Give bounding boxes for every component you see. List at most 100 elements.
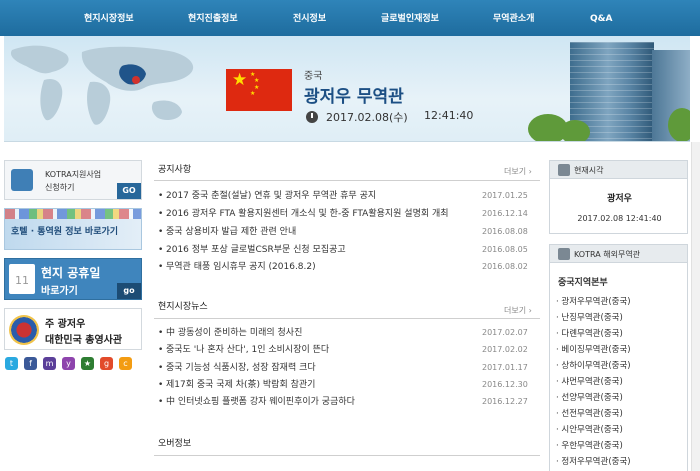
go-button[interactable]: GO	[117, 183, 141, 199]
hotel-interpreter-label: 호텔 · 통역원 정보 바로가기	[11, 227, 119, 237]
tree-graphic	[560, 120, 590, 141]
country-label: 중국	[304, 71, 323, 82]
office-link[interactable]: · 광저우무역관(중국)	[556, 295, 631, 307]
consulate-subtitle: 대한민국 총영사관	[45, 335, 123, 346]
delicious-icon[interactable]: ★	[81, 357, 94, 370]
world-map-graphic	[10, 45, 194, 125]
kotra-support-title: KOTRA지원사업	[45, 170, 102, 179]
kotra-support-apply-banner[interactable]: KOTRA지원사업 신청하기 GO	[4, 160, 142, 200]
notice-post-title[interactable]: 2016 정부 포상 글로벌CSR부문 신청 모집공고	[166, 242, 484, 258]
market-news-post-date: 2017.02.02	[482, 345, 528, 354]
scrollbar[interactable]	[691, 142, 700, 471]
yozm-icon[interactable]: y	[62, 357, 75, 370]
office-link[interactable]: · 정저우무역관(중국)	[556, 455, 631, 467]
kotra-offices-title: KOTRA 해외무역관	[574, 250, 641, 259]
c-log-icon[interactable]: c	[119, 357, 132, 370]
notice-post-title[interactable]: 무역관 태풍 임시휴무 공지 (2016.8.2)	[166, 259, 484, 275]
notice-post[interactable]: • 무역관 태풍 임시휴무 공지 (2016.8.2) 2016.08.02	[158, 259, 538, 275]
bullet-icon: •	[158, 191, 164, 201]
office-title: 광저우 무역관	[304, 87, 404, 107]
market-news-post-title[interactable]: 중국 기능성 식품시장, 성장 잠재력 크다	[166, 360, 484, 376]
nav-qna[interactable]: Q&A	[590, 0, 612, 36]
office-banner: ★ ★ ★ ★ ★ 중국 광저우 무역관 2017.02.08(수) 12:41…	[4, 36, 690, 142]
bullet-icon: •	[158, 363, 164, 373]
bullet-icon: •	[158, 380, 164, 390]
kotra-offices-box: KOTRA 해외무역관 중국지역본부 · 광저우무역관(중국) · 난징무역관(…	[549, 244, 688, 471]
market-news-post[interactable]: • 제17회 중국 국제 차(茶) 박람회 참관기 2016.12.30	[158, 377, 538, 393]
office-link[interactable]: · 시안무역관(중국)	[556, 423, 623, 435]
banner-time: 12:41:40	[424, 109, 474, 122]
market-news-post-title[interactable]: 제17회 중국 국제 차(茶) 박람회 참관기	[166, 377, 484, 393]
market-news-post[interactable]: • 중국 기능성 식품시장, 성장 잠재력 크다 2017.01.17	[158, 360, 538, 376]
office-link[interactable]: · 샤먼무역관(중국)	[556, 375, 623, 387]
notice-more-link[interactable]: 더보기 ›	[504, 166, 532, 177]
office-link[interactable]: · 베이징무역관(중국)	[556, 343, 631, 355]
me2day-icon[interactable]: m	[43, 357, 56, 370]
bullet-icon: •	[158, 245, 164, 255]
hotel-interpreter-banner[interactable]: 호텔 · 통역원 정보 바로가기	[4, 208, 142, 250]
page: 현지시장정보 현지진출정보 전시정보 글로벌인재정보 무역관소개 Q&A ★ ★…	[0, 0, 700, 471]
bullet-icon: •	[158, 328, 164, 338]
notice-post-date: 2016.08.05	[482, 245, 528, 254]
nav-office-intro[interactable]: 무역관소개	[493, 0, 534, 36]
notice-post-date: 2016.08.02	[482, 262, 528, 271]
banner-date: 2017.02.08(수)	[326, 111, 408, 124]
twitter-icon[interactable]: t	[5, 357, 18, 370]
local-holiday-banner[interactable]: 현지 공휴일 바로가기 go	[4, 258, 142, 300]
market-news-more-link[interactable]: 더보기 ›	[504, 305, 532, 316]
market-news-post-date: 2017.02.07	[482, 328, 528, 337]
korea-emblem-icon	[9, 315, 39, 345]
local-holiday-title: 현지 공휴일	[41, 266, 101, 280]
kotra-offices-header: KOTRA 해외무역관	[550, 245, 687, 263]
market-news-post[interactable]: • 中 인터넷쇼핑 플랫폼 강자 웨이핀후이가 궁금하다 2016.12.27	[158, 394, 538, 410]
facebook-icon[interactable]: f	[24, 357, 37, 370]
notice-more-label: 더보기	[504, 167, 527, 176]
current-time-header: 현재시각	[550, 161, 687, 179]
notice-post-title[interactable]: 2016 광저우 FTA 활용지원센터 개소식 및 한-중 FTA활용지원 설명…	[166, 206, 484, 222]
office-link[interactable]: · 다롄무역관(중국)	[556, 327, 623, 339]
region-label: 중국지역본부	[558, 278, 608, 288]
overseas-info-section-title: 오버정보	[158, 439, 192, 449]
office-link[interactable]: · 우한무역관(중국)	[556, 439, 623, 451]
google-icon[interactable]: g	[100, 357, 113, 370]
office-link[interactable]: · 상하이무역관(중국)	[556, 359, 631, 371]
china-flag-icon: ★ ★ ★ ★ ★	[226, 69, 292, 111]
notice-post[interactable]: • 2016 정부 포상 글로벌CSR부문 신청 모집공고 2016.08.05	[158, 242, 538, 258]
location-marker-icon	[132, 76, 140, 84]
bullet-icon: •	[158, 209, 164, 219]
calendar-icon	[9, 264, 35, 294]
nav-local-entry-info[interactable]: 현지진출정보	[188, 0, 238, 36]
office-link[interactable]: · 선양무역관(중국)	[556, 391, 623, 403]
market-news-post-title[interactable]: 中 광동성이 준비하는 미래의 청사진	[166, 325, 484, 341]
notice-post-date: 2017.01.25	[482, 191, 528, 200]
nav-global-talent-info[interactable]: 글로벌인재정보	[381, 0, 439, 36]
market-news-post-date: 2016.12.30	[482, 380, 528, 389]
go-button[interactable]: go	[117, 283, 141, 299]
market-news-post-title[interactable]: 中 인터넷쇼핑 플랫폼 강자 웨이핀후이가 궁금하다	[166, 394, 484, 410]
notice-post-date: 2016.08.08	[482, 227, 528, 236]
market-news-post[interactable]: • 中 광동성이 준비하는 미래의 청사진 2017.02.07	[158, 325, 538, 341]
market-news-section-title: 현지시장뉴스	[158, 302, 208, 312]
market-news-more-label: 더보기	[504, 306, 527, 315]
nav-local-market-info[interactable]: 현지시장정보	[84, 0, 134, 36]
market-news-post-date: 2017.01.17	[482, 363, 528, 372]
globe-icon	[558, 248, 570, 260]
notice-post[interactable]: • 중국 상용비자 발급 제한 관련 안내 2016.08.08	[158, 224, 538, 240]
clock-icon	[558, 164, 570, 176]
flags-graphic	[5, 209, 141, 219]
consulate-banner[interactable]: 주 광저우 대한민국 총영사관	[4, 308, 142, 350]
consulate-title: 주 광저우	[45, 319, 86, 330]
notice-post[interactable]: • 2017 중국 춘절(설날) 연휴 및 광저우 무역관 휴무 공지 2017…	[158, 188, 538, 204]
office-link[interactable]: · 선전무역관(중국)	[556, 407, 623, 419]
bullet-icon: •	[158, 227, 164, 237]
notice-post-title[interactable]: 중국 상용비자 발급 제한 관련 안내	[166, 224, 484, 240]
notice-post-title[interactable]: 2017 중국 춘절(설날) 연휴 및 광저우 무역관 휴무 공지	[166, 188, 484, 204]
divider	[154, 455, 540, 456]
nav-exhibition-info[interactable]: 전시정보	[293, 0, 326, 36]
market-news-post[interactable]: • 중국도 '나 혼자 산다', 1인 소비시장이 뜬다 2017.02.02	[158, 342, 538, 358]
market-news-post-title[interactable]: 중국도 '나 혼자 산다', 1인 소비시장이 뜬다	[166, 342, 484, 358]
current-time-datetime: 2017.02.08 12:41:40	[577, 214, 662, 223]
current-time-title: 현재시각	[574, 166, 604, 175]
notice-post[interactable]: • 2016 광저우 FTA 활용지원센터 개소식 및 한-중 FTA활용지원 …	[158, 206, 538, 222]
office-link[interactable]: · 난징무역관(중국)	[556, 311, 623, 323]
